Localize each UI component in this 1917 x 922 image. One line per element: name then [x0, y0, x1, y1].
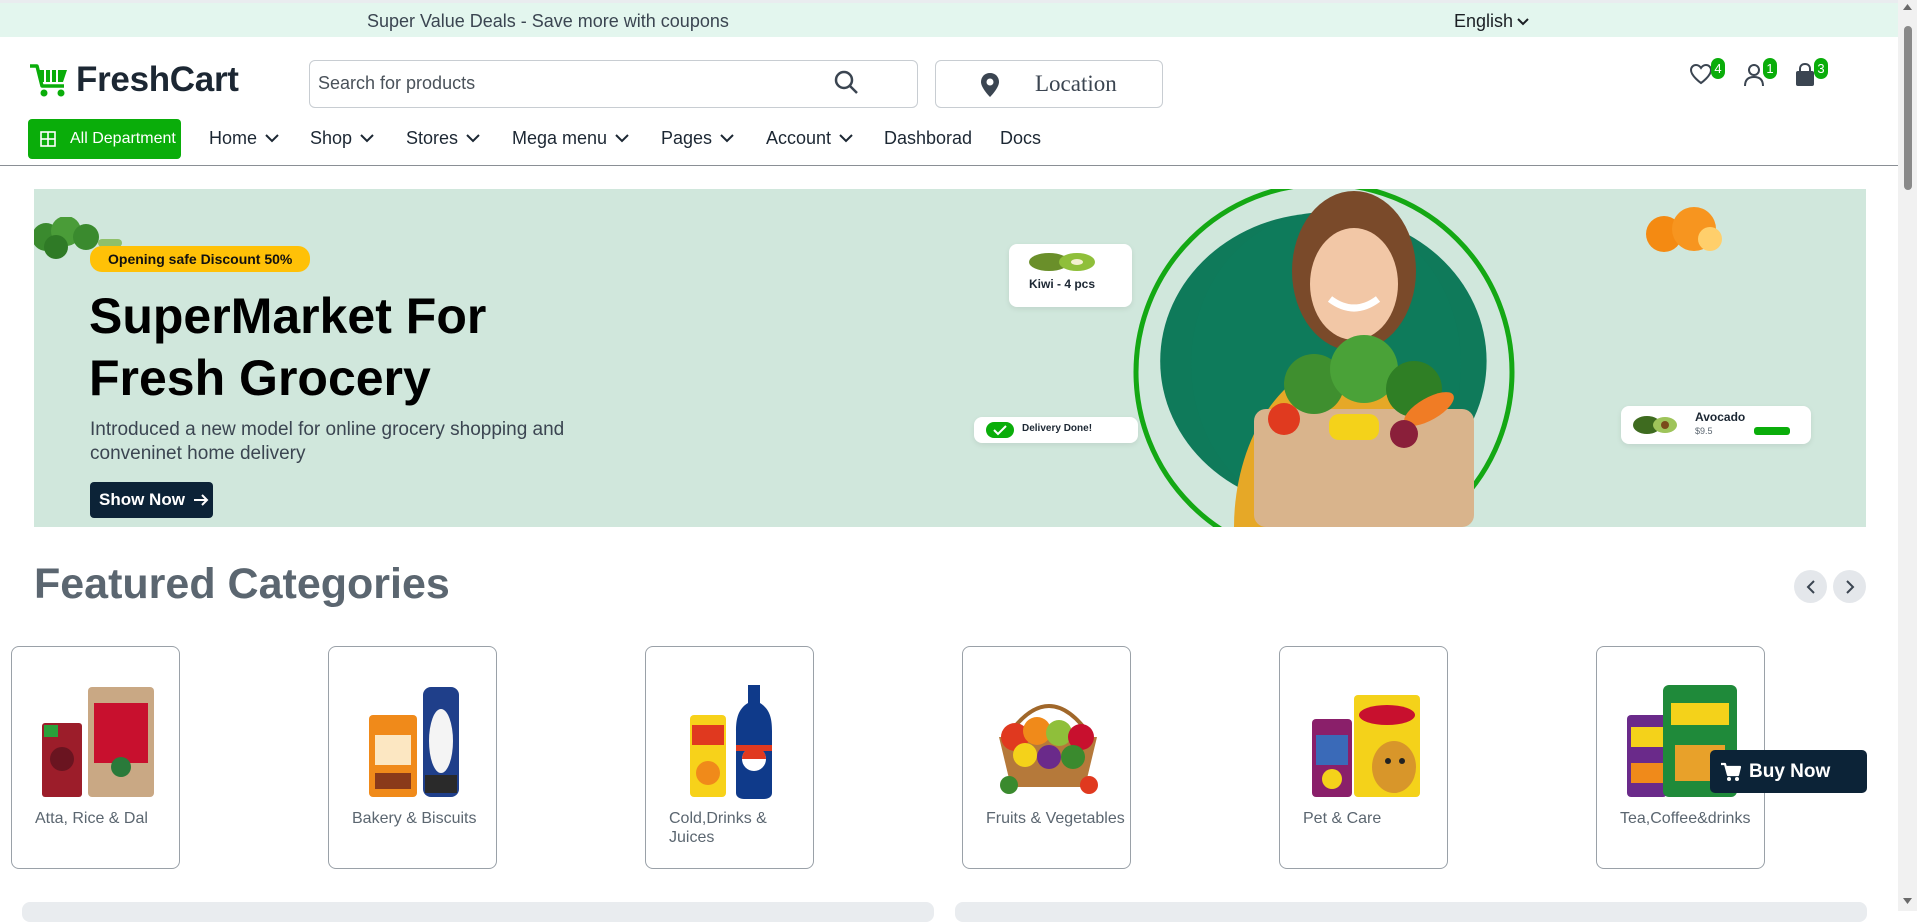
scrollbar-thumb[interactable] — [1904, 26, 1912, 190]
nav-item-mega-menu[interactable]: Mega menu — [512, 128, 629, 149]
kiwi-float-card: Kiwi - 4 pcs — [1009, 244, 1132, 307]
cart-icon — [1721, 762, 1742, 781]
nav-item-pages[interactable]: Pages — [661, 128, 734, 149]
nav-item-label: Account — [766, 128, 832, 148]
hero-title: SuperMarket For Fresh Grocery — [89, 288, 487, 406]
category-card[interactable]: Bakery & Biscuits — [328, 646, 497, 869]
user-icon — [1744, 64, 1764, 87]
top-bar: Super Value Deals - Save more with coupo… — [0, 0, 1898, 37]
show-now-button[interactable]: Show Now — [90, 482, 213, 518]
chevron-down-icon — [839, 134, 853, 143]
check-circle-icon — [986, 422, 1014, 438]
nav-item-docs[interactable]: Docs — [1000, 128, 1041, 149]
cart-count-badge: 3 — [1814, 58, 1828, 79]
location-button[interactable]: Location — [935, 60, 1163, 108]
category-name: Pet & Care — [1303, 810, 1382, 827]
brand-name: FreshCart — [76, 60, 239, 99]
category-name: Fruits & Vegetables — [986, 810, 1125, 827]
search-input[interactable] — [318, 73, 508, 94]
search-box[interactable] — [309, 60, 918, 108]
shopping-bag-icon — [1796, 62, 1814, 86]
delivery-label: Delivery Done! — [1022, 423, 1093, 434]
category-card[interactable]: Atta, Rice & Dal — [11, 646, 180, 869]
account-button[interactable]: 1 — [1743, 58, 1777, 92]
kiwi-image — [1029, 253, 1095, 271]
chevron-down-icon — [720, 134, 734, 143]
category-card[interactable]: Cold,Drinks & Juices — [645, 646, 814, 869]
kiwi-label: Kiwi - 4 pcs — [1029, 277, 1096, 291]
nav-item-label: Shop — [310, 128, 353, 148]
chevron-down-icon — [615, 134, 629, 143]
delivery-float-card: Delivery Done! — [974, 417, 1138, 443]
cart-button[interactable]: 3 — [1794, 58, 1828, 92]
category-name: Atta, Rice & Dal — [35, 810, 148, 827]
nav-item-label: Docs — [1000, 128, 1042, 148]
nav-item-label: Mega menu — [512, 128, 608, 148]
avocado-float-card: Avocado $9.5 — [1621, 406, 1811, 444]
atta-rice-dal-image — [42, 687, 154, 797]
category-card[interactable]: Fruits & Vegetables — [962, 646, 1131, 869]
wishlist-button[interactable]: 4 — [1689, 58, 1725, 90]
nav-item-label: Pages — [661, 128, 713, 148]
carousel-prev-button[interactable] — [1794, 570, 1827, 603]
cart-logo-icon — [30, 64, 67, 97]
avocado-label: Avocado — [1695, 410, 1746, 424]
promo-card-right — [955, 902, 1867, 922]
nav-item-stores[interactable]: Stores — [406, 128, 480, 149]
fruits-vegetables-image — [999, 704, 1098, 794]
category-name: Bakery & Biscuits — [352, 810, 477, 827]
chevron-right-icon — [1845, 579, 1854, 594]
location-label: Location — [1035, 71, 1117, 96]
discount-tag: Opening safe Discount 50% — [90, 246, 311, 272]
all-department-label: All Department — [70, 130, 176, 147]
add-to-cart-mini-button — [1754, 427, 1790, 435]
deal-banner-text: Super Value Deals - Save more with coupo… — [367, 11, 729, 31]
nav-item-account[interactable]: Account — [766, 128, 853, 149]
hero-banner: Opening safe Discount 50% SuperMarket Fo… — [34, 189, 1866, 527]
account-count-badge: 1 — [1763, 58, 1777, 79]
nav-item-label: Stores — [406, 128, 459, 148]
category-card[interactable]: Pet & Care — [1279, 646, 1448, 869]
nav-item-label: Dashborad — [884, 128, 973, 148]
scroll-up-icon[interactable] — [1903, 4, 1912, 10]
heart-icon — [1689, 63, 1713, 85]
nav-item-dashboard[interactable]: Dashborad — [884, 128, 972, 149]
language-selector[interactable]: English — [1454, 11, 1529, 32]
map-pin-icon — [980, 72, 1000, 103]
nav-item-shop[interactable]: Shop — [310, 128, 374, 149]
avocado-price: $9.5 — [1695, 426, 1713, 436]
wishlist-count-badge: 4 — [1711, 58, 1725, 79]
nav-item-home[interactable]: Home — [209, 128, 279, 149]
scroll-down-icon[interactable] — [1903, 898, 1912, 904]
featured-categories-title: Featured Categories — [34, 560, 450, 608]
all-department-button[interactable]: All Department — [28, 119, 181, 159]
bakery-biscuits-image — [369, 687, 459, 797]
category-name: Cold,Drinks & Juices — [669, 810, 767, 846]
cold-drinks-juices-image — [690, 685, 772, 799]
main-navigation: All Department Home Shop Stores Mega men… — [0, 118, 1898, 166]
hero-woman-groceries-image — [1133, 189, 1722, 527]
logo[interactable]: FreshCart — [28, 60, 239, 100]
promo-card-left — [22, 902, 934, 922]
chevron-left-icon — [1806, 579, 1815, 594]
language-label: English — [1454, 11, 1514, 31]
chevron-down-icon — [466, 134, 480, 143]
page-scrollbar[interactable] — [1898, 0, 1917, 911]
arrow-right-icon — [193, 494, 209, 506]
grid-icon — [40, 131, 56, 147]
chevron-down-icon — [360, 134, 374, 143]
buy-now-button[interactable]: Buy Now — [1710, 750, 1867, 793]
chevron-down-icon — [1517, 18, 1529, 26]
carousel-next-button[interactable] — [1833, 570, 1866, 603]
pet-care-image — [1312, 695, 1420, 797]
avocado-image — [1633, 416, 1677, 434]
chevron-down-icon — [265, 134, 279, 143]
hero-subtitle: Introduced a new model for online grocer… — [90, 419, 565, 464]
buy-now-label: Buy Now — [1749, 760, 1831, 782]
search-icon[interactable] — [833, 69, 859, 100]
show-now-label: Show Now — [99, 490, 185, 509]
category-name: Tea,Coffee&drinks — [1620, 810, 1751, 827]
nav-item-label: Home — [209, 128, 258, 148]
